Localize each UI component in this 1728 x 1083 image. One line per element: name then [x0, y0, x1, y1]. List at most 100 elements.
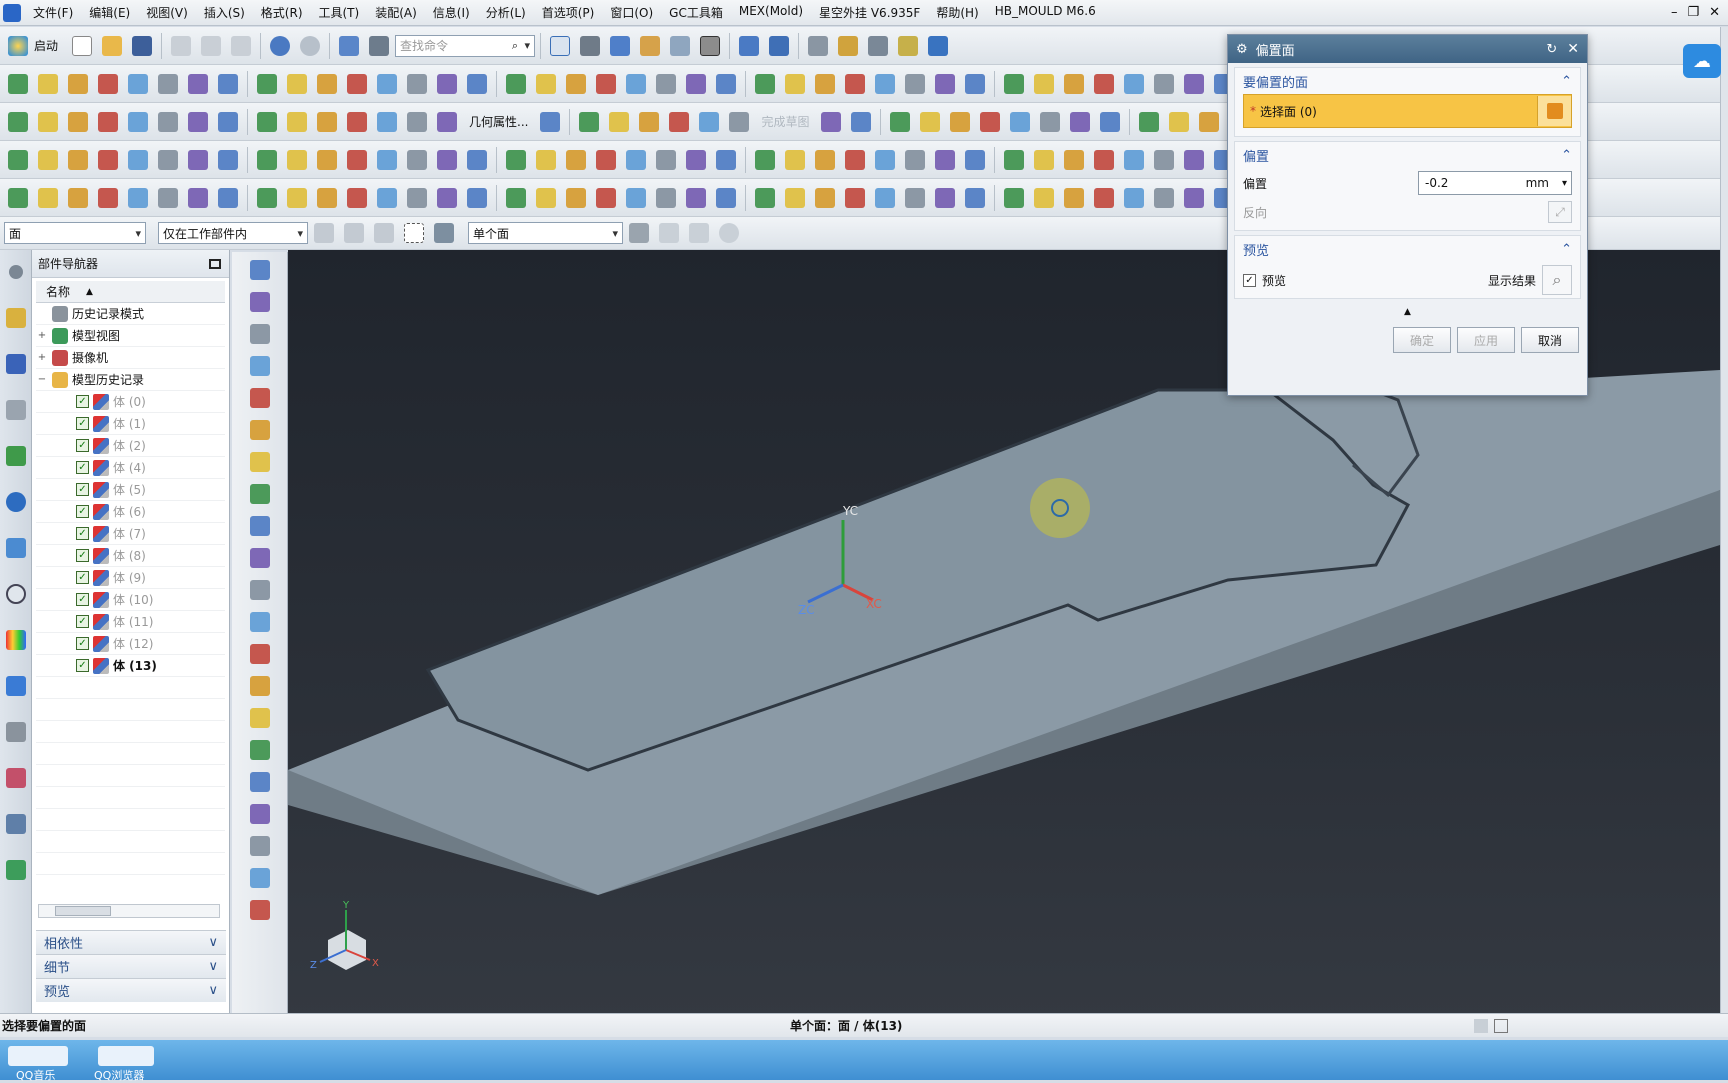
play-icon[interactable]: [924, 32, 952, 60]
vertical-tool-8-icon[interactable]: [246, 512, 274, 540]
tree-node-body[interactable]: ✓ 体 (7): [36, 523, 225, 545]
dialog-titlebar[interactable]: ⚙ 偏置面 ↻ ✕: [1228, 35, 1587, 63]
filter-icon[interactable]: [310, 219, 338, 247]
tb4-tool-9-icon[interactable]: [283, 146, 311, 174]
render-style-icon[interactable]: [576, 32, 604, 60]
tb5-tool-36-icon[interactable]: [1120, 184, 1148, 212]
offset-value-field[interactable]: -0.2 mm ▾: [1418, 171, 1572, 195]
tb4-tool-34-icon[interactable]: [1060, 146, 1088, 174]
preview-checkbox[interactable]: ✓: [1243, 273, 1256, 287]
cloud-sync-icon[interactable]: ☁: [1683, 44, 1721, 78]
tb5-tool-21-icon[interactable]: [652, 184, 680, 212]
column-header-name[interactable]: 名称 ▲: [36, 281, 225, 303]
tb3-tool-14-icon[interactable]: [433, 108, 461, 136]
start-icon[interactable]: [4, 32, 32, 60]
tb2-tool-1-icon[interactable]: [34, 70, 62, 98]
tb4-tool-3-icon[interactable]: [94, 146, 122, 174]
tree-node-body[interactable]: ✓ 体 (5): [36, 479, 225, 501]
tb4-tool-31-icon[interactable]: [961, 146, 989, 174]
body-visibility-checkbox[interactable]: ✓: [76, 549, 89, 562]
cut-icon[interactable]: [167, 32, 195, 60]
menu-item-9[interactable]: 首选项(P): [534, 4, 603, 21]
tb2-tool-6-icon[interactable]: [184, 70, 212, 98]
tb5-tool-25-icon[interactable]: [781, 184, 809, 212]
show-result-magnifier-icon[interactable]: ⌕: [1542, 265, 1572, 295]
tb2-tool-8-icon[interactable]: [253, 70, 281, 98]
section-offset-header[interactable]: 偏置 ⌃: [1235, 142, 1580, 168]
vertical-tool-14-icon[interactable]: [246, 704, 274, 732]
tb3-tool-7-icon[interactable]: [214, 108, 242, 136]
section-preview-header[interactable]: 预览 ⌃: [1235, 236, 1580, 262]
chevron-down-icon[interactable]: ∨: [208, 959, 218, 974]
tb5-tool-1-icon[interactable]: [34, 184, 62, 212]
tb3-tool-24-icon[interactable]: [886, 108, 914, 136]
tb4-tool-11-icon[interactable]: [343, 146, 371, 174]
body-visibility-checkbox[interactable]: ✓: [76, 417, 89, 430]
undo-icon[interactable]: [266, 32, 294, 60]
face-rule-select[interactable]: 单个面: [468, 222, 623, 244]
tb2-tool-19-icon[interactable]: [592, 70, 620, 98]
vertical-tool-16-icon[interactable]: [246, 768, 274, 796]
tb4-tool-19-icon[interactable]: [592, 146, 620, 174]
tb4-tool-10-icon[interactable]: [313, 146, 341, 174]
tb4-tool-26-icon[interactable]: [811, 146, 839, 174]
open-folder-icon[interactable]: [98, 32, 126, 60]
tree-node-history[interactable]: 历史记录模式: [36, 303, 225, 325]
tb5-tool-3-icon[interactable]: [94, 184, 122, 212]
tb4-tool-30-icon[interactable]: [931, 146, 959, 174]
tree-node-body[interactable]: ✓ 体 (9): [36, 567, 225, 589]
tree-node-view[interactable]: + 模型视图: [36, 325, 225, 347]
tb5-tool-15-icon[interactable]: [463, 184, 491, 212]
paste-icon[interactable]: [227, 32, 255, 60]
tb2-tool-3-icon[interactable]: [94, 70, 122, 98]
tb5-tool-6-icon[interactable]: [184, 184, 212, 212]
tb5-tool-31-icon[interactable]: [961, 184, 989, 212]
body-visibility-checkbox[interactable]: ✓: [76, 461, 89, 474]
tb4-tool-15-icon[interactable]: [463, 146, 491, 174]
vertical-tool-19-icon[interactable]: [246, 864, 274, 892]
tb5-tool-34-icon[interactable]: [1060, 184, 1088, 212]
tb3-tool-8-icon[interactable]: [253, 108, 281, 136]
vertical-tool-5-icon[interactable]: [246, 416, 274, 444]
tb5-tool-20-icon[interactable]: [622, 184, 650, 212]
tb5-tool-37-icon[interactable]: [1150, 184, 1178, 212]
snap-end-icon[interactable]: [655, 219, 683, 247]
tb2-tool-20-icon[interactable]: [622, 70, 650, 98]
tb5-tool-38-icon[interactable]: [1180, 184, 1208, 212]
tb3-tool-11-icon[interactable]: [343, 108, 371, 136]
tb5-tool-23-icon[interactable]: [712, 184, 740, 212]
tb2-tool-25-icon[interactable]: [781, 70, 809, 98]
menu-item-15[interactable]: HB_MOULD M6.6: [987, 4, 1104, 21]
tree-node-camera[interactable]: + 摄像机: [36, 347, 225, 369]
vertical-tool-0-icon[interactable]: [246, 256, 274, 284]
tree-node-body[interactable]: ✓ 体 (12): [36, 633, 225, 655]
tb4-tool-27-icon[interactable]: [841, 146, 869, 174]
accordion-panel-1[interactable]: 细节 ∨: [36, 954, 226, 978]
tb4-tool-35-icon[interactable]: [1090, 146, 1118, 174]
vertical-tool-13-icon[interactable]: [246, 672, 274, 700]
tb2-tool-38-icon[interactable]: [1180, 70, 1208, 98]
vertical-tool-20-icon[interactable]: [246, 896, 274, 924]
tb2-tool-2-icon[interactable]: [64, 70, 92, 98]
tb4-tool-0-icon[interactable]: [4, 146, 32, 174]
tb5-tool-8-icon[interactable]: [253, 184, 281, 212]
tb5-tool-30-icon[interactable]: [931, 184, 959, 212]
tb4-tool-6-icon[interactable]: [184, 146, 212, 174]
tb4-tool-22-icon[interactable]: [682, 146, 710, 174]
expand-more-icon[interactable]: ▲: [1228, 307, 1587, 317]
tb2-tool-37-icon[interactable]: [1150, 70, 1178, 98]
tb5-tool-28-icon[interactable]: [871, 184, 899, 212]
tb2-tool-26-icon[interactable]: [811, 70, 839, 98]
tb3-tool-22-icon[interactable]: [817, 108, 845, 136]
tb5-tool-0-icon[interactable]: [4, 184, 32, 212]
tb4-tool-5-icon[interactable]: [154, 146, 182, 174]
taskbar-item-qq-browser[interactable]: QQ浏览器: [94, 1067, 144, 1083]
tb5-tool-27-icon[interactable]: [841, 184, 869, 212]
select-all-icon[interactable]: [370, 219, 398, 247]
tb2-tool-7-icon[interactable]: [214, 70, 242, 98]
tb5-tool-22-icon[interactable]: [682, 184, 710, 212]
vertical-tool-12-icon[interactable]: [246, 640, 274, 668]
tb3-tool-4-icon[interactable]: [124, 108, 152, 136]
body-visibility-checkbox[interactable]: ✓: [76, 571, 89, 584]
tb5-tool-11-icon[interactable]: [343, 184, 371, 212]
